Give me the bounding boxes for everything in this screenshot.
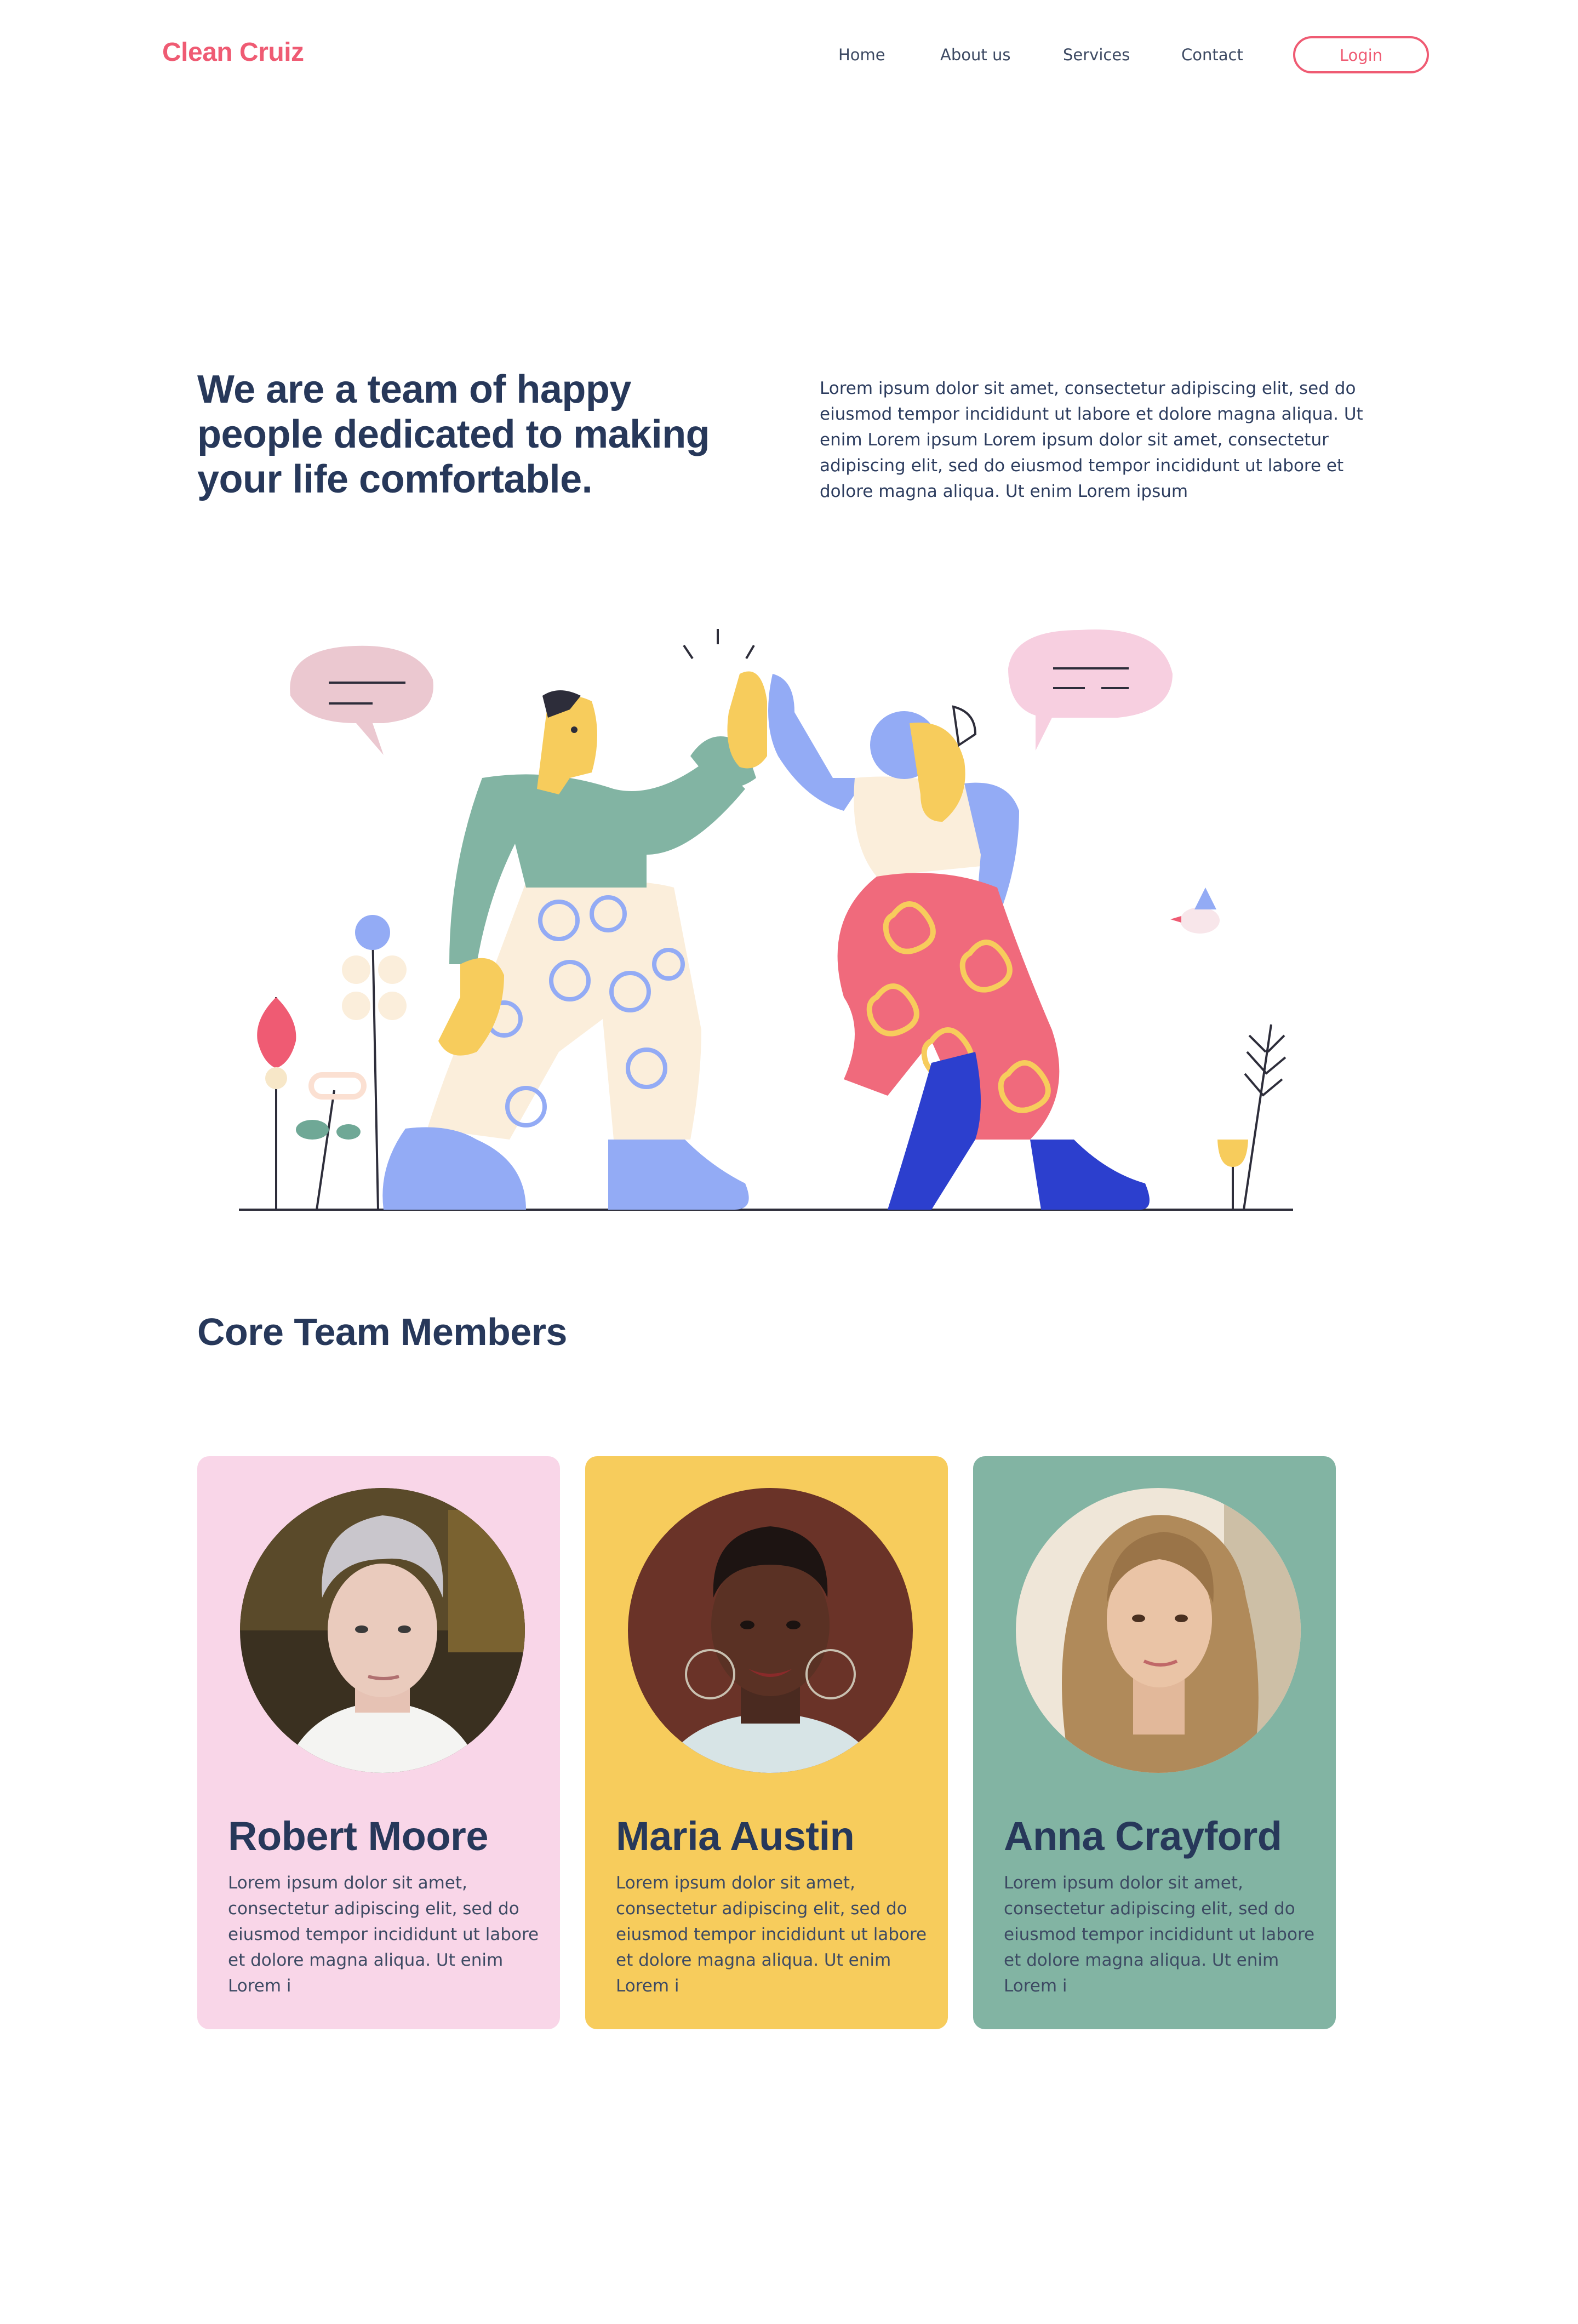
bird-icon xyxy=(1170,888,1220,934)
site-header: Clean Cruiz Home About us Services Conta… xyxy=(0,0,1578,110)
member-name: Robert Moore xyxy=(228,1813,489,1859)
nav-about-us[interactable]: About us xyxy=(940,39,1010,70)
team-card-maria-austin: Maria Austin Lorem ipsum dolor sit amet,… xyxy=(585,1456,948,2029)
man-figure-icon xyxy=(382,671,767,1210)
speech-bubble-left-icon xyxy=(290,645,433,755)
maria-austin-photo xyxy=(628,1488,913,1773)
sparkle-icon xyxy=(683,629,755,660)
login-button[interactable]: Login xyxy=(1293,36,1429,73)
member-name: Anna Crayford xyxy=(1004,1813,1282,1859)
hero-description: Lorem ipsum dolor sit amet, consectetur … xyxy=(820,379,1363,501)
member-bio: Lorem ipsum dolor sit amet, consectetur … xyxy=(616,1873,927,1996)
team-card-anna-crayford: Anna Crayford Lorem ipsum dolor sit amet… xyxy=(973,1456,1336,2029)
brand-logo[interactable]: Clean Cruiz xyxy=(162,35,304,70)
plants-right-icon xyxy=(1217,1024,1287,1210)
member-bio: Lorem ipsum dolor sit amet, consectetur … xyxy=(228,1873,539,1996)
avatar xyxy=(628,1488,913,1773)
speech-bubble-right-icon xyxy=(1008,629,1173,751)
avatar xyxy=(240,1488,525,1773)
member-name: Maria Austin xyxy=(616,1813,855,1859)
member-bio: Lorem ipsum dolor sit amet, consectetur … xyxy=(1004,1873,1315,1996)
nav-contact[interactable]: Contact xyxy=(1181,39,1243,70)
plants-left-icon xyxy=(257,915,407,1210)
woman-figure-icon xyxy=(768,674,1150,1210)
team-card-robert-moore: Robert Moore Lorem ipsum dolor sit amet,… xyxy=(197,1456,560,2029)
robert-moore-photo xyxy=(240,1488,525,1773)
nav-home[interactable]: Home xyxy=(838,39,885,70)
nav-services[interactable]: Services xyxy=(1063,39,1130,70)
hero-heading: We are a team of happy people dedicated … xyxy=(197,368,710,501)
high-five-illustration xyxy=(219,614,1337,1227)
avatar xyxy=(1016,1488,1301,1773)
anna-crayford-photo xyxy=(1016,1488,1301,1773)
team-section-title: Core Team Members xyxy=(197,1310,567,1353)
